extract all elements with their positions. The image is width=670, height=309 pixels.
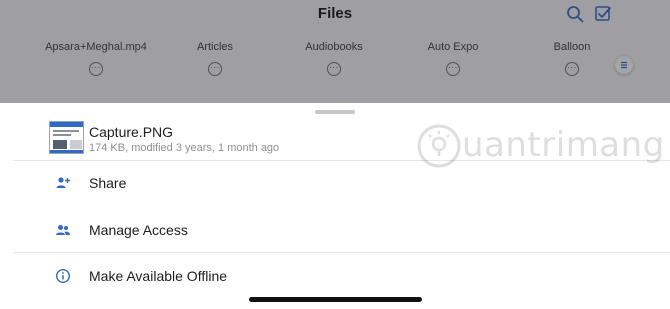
people-icon — [55, 222, 71, 238]
search-icon — [567, 6, 584, 23]
file-name: Capture.PNG — [89, 124, 174, 140]
checkbox-icon — [595, 6, 611, 21]
folder-item[interactable]: Apsara+Meghal.mp4 ··· — [37, 41, 155, 76]
share-action[interactable]: Share — [0, 163, 670, 203]
divider — [13, 252, 670, 253]
folder-list: Apsara+Meghal.mp4 ··· Articles ··· Audio… — [0, 41, 670, 81]
file-browser-background: Files Apsara+Meghal.mp4 ··· Articles ···… — [0, 0, 670, 103]
folder-name: Audiobooks — [305, 41, 363, 53]
list-sort-icon — [621, 61, 627, 69]
sort-button[interactable] — [615, 56, 633, 74]
more-options-icon[interactable]: ··· — [565, 62, 579, 76]
file-metadata: 174 KB, modified 3 years, 1 month ago — [89, 142, 280, 154]
folder-name: Articles — [196, 41, 234, 53]
add-person-icon — [55, 175, 71, 191]
select-button[interactable] — [594, 5, 612, 23]
search-button[interactable] — [566, 5, 584, 23]
folder-name: Balloon — [553, 41, 591, 53]
info-circle-icon — [55, 268, 71, 284]
divider — [13, 160, 670, 161]
file-thumbnail — [49, 121, 84, 154]
folder-name: Apsara+Meghal.mp4 — [45, 41, 147, 53]
more-options-icon[interactable]: ··· — [89, 62, 103, 76]
more-options-icon[interactable]: ··· — [446, 62, 460, 76]
folder-item[interactable]: Auto Expo ··· — [394, 41, 512, 76]
more-options-icon[interactable]: ··· — [208, 62, 222, 76]
manage-access-action[interactable]: Manage Access — [0, 210, 670, 250]
home-indicator[interactable] — [249, 297, 422, 302]
more-options-icon[interactable]: ··· — [327, 62, 341, 76]
share-label: Share — [89, 175, 127, 191]
folder-item[interactable]: Audiobooks ··· — [275, 41, 393, 76]
manage-access-label: Manage Access — [89, 222, 188, 238]
folder-item[interactable]: Balloon ··· — [513, 41, 631, 76]
make-available-offline-action[interactable]: Make Available Offline — [0, 256, 670, 296]
make-available-offline-label: Make Available Offline — [89, 268, 228, 284]
sheet-grabber-handle[interactable] — [315, 110, 355, 114]
action-sheet: Capture.PNG 174 KB, modified 3 years, 1 … — [0, 103, 670, 309]
file-header: Capture.PNG 174 KB, modified 3 years, 1 … — [0, 119, 670, 159]
folder-item[interactable]: Articles ··· — [156, 41, 274, 76]
folder-name: Auto Expo — [427, 41, 479, 53]
